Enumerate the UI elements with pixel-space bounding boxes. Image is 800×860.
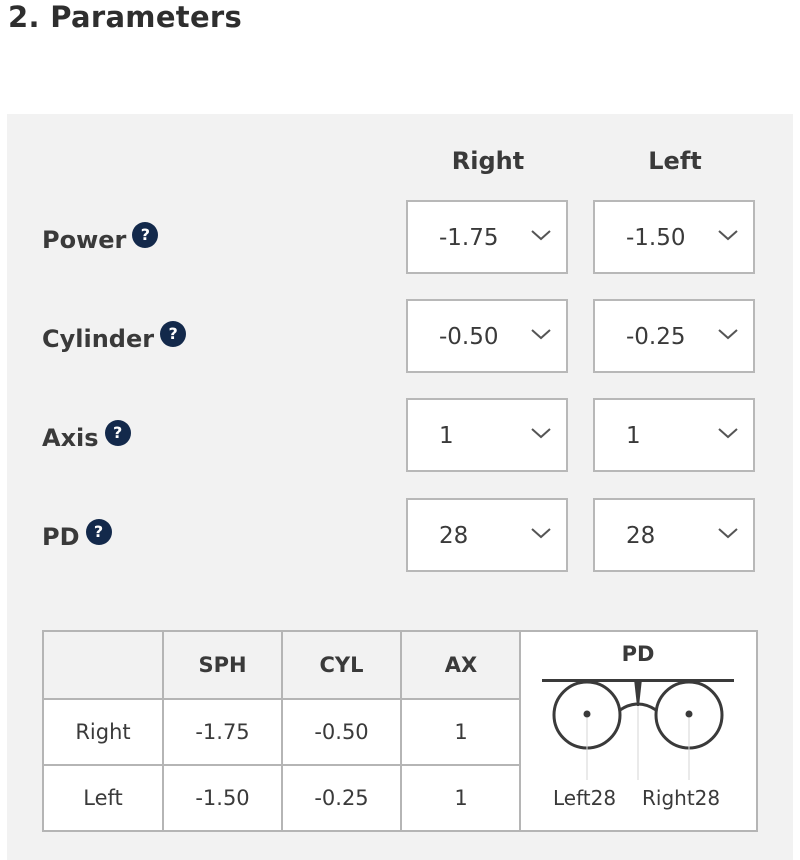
pd-left-label: Left28 [553,786,617,810]
glasses-pd-diagram-icon [542,679,734,780]
column-header-left: Left [648,147,702,175]
summary-header-cyl: CYL [283,632,400,698]
chevron-down-icon [531,428,551,439]
summary-row-right-ax: 1 [454,720,468,744]
cylinder-right-select[interactable]: -0.50 [406,299,568,373]
summary-row-left-sph: -1.50 [195,786,250,810]
power-label-text: Power [42,226,127,254]
table-divider [400,632,402,830]
axis-right-select[interactable]: 1 [406,398,568,472]
cylinder-right-value: -0.50 [439,324,499,350]
section-title: 2. Parameters [8,0,243,34]
chevron-down-icon [531,329,551,340]
axis-left-select[interactable]: 1 [593,398,755,472]
pd-left-value: 28 [626,523,656,549]
summary-row-left-ax: 1 [454,786,468,810]
pd-right-value: 28 [439,523,469,549]
chevron-down-icon [531,230,551,241]
pd-label-text: PD [42,523,80,551]
axis-right-value: 1 [439,423,454,449]
summary-row-right-eye: Right [75,720,131,744]
axis-help-icon[interactable]: ? [104,420,131,446]
column-header-right: Right [451,147,525,175]
summary-header-empty [44,632,162,698]
chevron-down-icon [718,428,738,439]
pd-right-label: Right28 [642,786,721,810]
cylinder-left-select[interactable]: -0.25 [593,299,755,373]
summary-row-right-sph: -1.75 [195,720,250,744]
table-divider [519,632,521,830]
power-right-value: -1.75 [439,225,499,251]
axis-label: Axis ? [42,420,131,453]
pd-diagram-title: PD [621,642,655,666]
pd-label: PD ? [42,519,112,552]
pd-left-select[interactable]: 28 [593,498,755,572]
cylinder-help-icon[interactable]: ? [160,321,187,347]
table-divider [281,632,283,830]
summary-header-ax: AX [402,632,520,698]
axis-left-value: 1 [626,423,641,449]
pd-help-icon[interactable]: ? [85,519,112,545]
chevron-down-icon [531,528,551,539]
power-right-select[interactable]: -1.75 [406,200,568,274]
power-left-select[interactable]: -1.50 [593,200,755,274]
table-divider [44,764,520,766]
table-divider [44,698,520,700]
summary-row-left-eye: Left [83,786,123,810]
pd-right-select[interactable]: 28 [406,498,568,572]
chevron-down-icon [718,329,738,340]
chevron-down-icon [718,230,738,241]
axis-label-text: Axis [42,424,99,452]
power-help-icon[interactable]: ? [132,222,159,248]
cylinder-label-text: Cylinder [42,325,155,353]
cylinder-left-value: -0.25 [626,324,686,350]
chevron-down-icon [718,528,738,539]
cylinder-label: Cylinder ? [42,321,187,354]
summary-row-right-cyl: -0.50 [314,720,369,744]
summary-header-sph: SPH [164,632,281,698]
power-label: Power ? [42,222,159,255]
power-left-value: -1.50 [626,225,686,251]
table-divider [162,632,164,830]
summary-row-left-cyl: -0.25 [314,786,369,810]
